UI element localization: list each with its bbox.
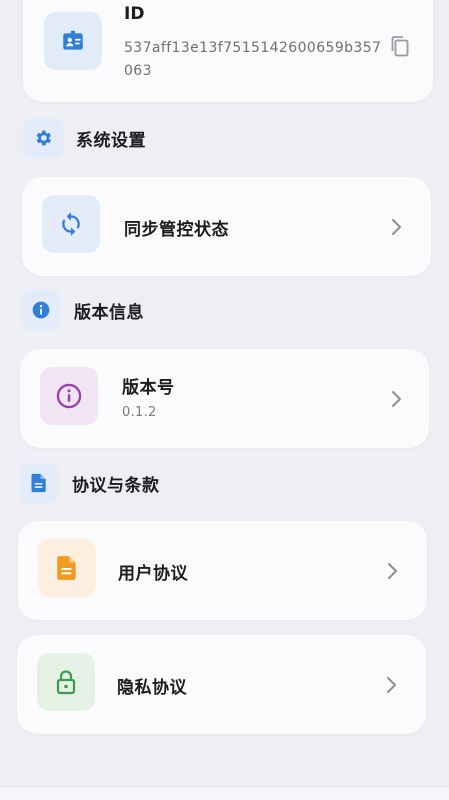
version-value: 0.1.2: [122, 405, 157, 420]
sync-status-row[interactable]: 同步管控状态: [22, 177, 431, 276]
privacy-agreement-row[interactable]: 隐私协议: [17, 635, 426, 734]
version-title: 版本号: [122, 378, 175, 398]
chevron-right-icon: [392, 391, 401, 407]
info-icon: [32, 301, 50, 319]
gear-icon: [36, 130, 51, 146]
id-badge-icon: [63, 30, 83, 50]
copy-button[interactable]: [389, 34, 411, 62]
sync-icon: [62, 212, 80, 236]
section-system-settings: 系统设置: [23, 118, 146, 158]
version-tile: [40, 367, 98, 425]
sync-status-title: 同步管控状态: [124, 220, 229, 240]
sync-tile: [42, 195, 100, 253]
document-icon: [57, 556, 76, 580]
copy-icon: [391, 36, 409, 57]
section-system-badge: [23, 118, 63, 158]
id-badge-tile: [44, 12, 102, 70]
device-id-value: 537aff13e13f7515142600659b357063: [124, 40, 382, 79]
user-agreement-tile: [38, 539, 96, 597]
section-system-title: 系统设置: [76, 130, 146, 151]
section-agreements: 协议与条款: [19, 463, 160, 503]
user-agreement-title: 用户协议: [118, 564, 188, 584]
section-version-badge: [21, 290, 61, 330]
info-circle-icon: [56, 383, 82, 409]
bottom-bar: [0, 786, 449, 800]
lock-icon: [56, 670, 76, 695]
privacy-tile: [37, 653, 95, 711]
chevron-right-icon: [392, 219, 401, 235]
chevron-right-icon: [387, 677, 396, 693]
user-agreement-row[interactable]: 用户协议: [18, 521, 427, 620]
document-icon: [31, 473, 46, 493]
version-row[interactable]: 版本号 0.1.2: [20, 349, 429, 448]
section-agreements-title: 协议与条款: [72, 475, 160, 496]
device-id-label: ID: [124, 4, 145, 24]
section-version-info: 版本信息: [21, 290, 144, 330]
chevron-right-icon: [388, 563, 397, 579]
privacy-agreement-title: 隐私协议: [117, 678, 187, 698]
section-version-title: 版本信息: [74, 302, 144, 323]
section-agreements-badge: [19, 463, 59, 503]
settings-page: ID 537aff13e13f7515142600659b357063 系统设置…: [0, 0, 449, 800]
